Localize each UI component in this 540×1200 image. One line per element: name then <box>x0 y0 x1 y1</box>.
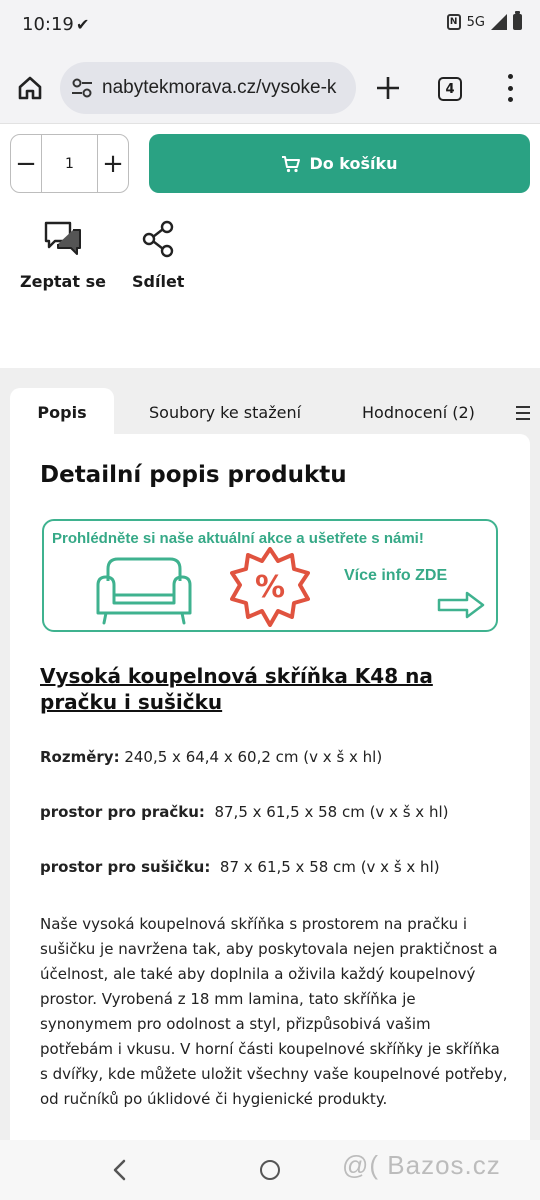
network-type: 5G <box>466 14 485 30</box>
tab-description[interactable]: Popis <box>10 388 114 436</box>
add-to-cart-button[interactable]: Do košíku <box>149 134 530 193</box>
arrow-right-icon <box>437 591 485 619</box>
share-action[interactable]: Sdílet <box>132 220 184 291</box>
promo-banner[interactable]: Prohlédněte si naše aktuální akce a ušet… <box>42 519 498 632</box>
discount-badge-icon: % <box>230 547 310 627</box>
section-heading: Detailní popis produktu <box>40 462 347 488</box>
tab-switcher-button[interactable]: 4 <box>438 77 462 101</box>
cart-label: Do košíku <box>309 154 398 173</box>
spec-label: Rozměry: <box>40 748 120 766</box>
spec-label: prostor pro sušičku: <box>40 858 211 876</box>
chat-icon <box>44 221 81 255</box>
increase-quantity-button[interactable]: + <box>98 135 128 192</box>
browser-toolbar: nabytekmorava.cz/vysoke-k 4 <box>0 52 540 124</box>
armchair-icon <box>96 557 192 625</box>
spec-dimensions: Rozměry: 240,5 x 64,4 x 60,2 cm (v x š x… <box>40 748 382 766</box>
spec-value: 87 x 61,5 x 58 cm (v x š x hl) <box>210 858 440 876</box>
promo-more-info: Více info ZDE <box>344 567 448 584</box>
status-bar: 10:19 ✔ N 5G <box>0 0 540 52</box>
new-tab-icon[interactable] <box>374 74 402 102</box>
product-description: Naše vysoká koupelnová skříňka s prostor… <box>40 915 508 1108</box>
status-icons: N 5G <box>446 11 522 30</box>
spec-dryer-space: prostor pro sušičku: 87 x 61,5 x 58 cm (… <box>40 858 440 876</box>
share-icon <box>143 220 174 258</box>
site-settings-icon[interactable] <box>68 74 96 102</box>
spec-label: prostor pro pračku: <box>40 803 205 821</box>
address-bar[interactable]: nabytekmorava.cz/vysoke-k <box>60 62 356 114</box>
tab-reviews[interactable]: Hodnocení (2) <box>362 390 475 434</box>
spec-value: 87,5 x 61,5 x 58 cm (v x š x hl) <box>204 803 449 821</box>
share-label: Sdílet <box>132 272 185 291</box>
ask-question-label: Zeptat se <box>20 272 106 291</box>
decrease-quantity-button[interactable]: − <box>11 135 41 192</box>
url-text: nabytekmorava.cz/vysoke-k <box>102 77 337 98</box>
nfc-icon: N <box>446 14 461 30</box>
cart-icon <box>282 155 301 172</box>
spec-value: 240,5 x 64,4 x 60,2 cm (v x š x hl) <box>119 748 383 766</box>
promo-headline: Prohlédněte si naše aktuální akce a ušet… <box>52 530 424 547</box>
discount-symbol: % <box>255 570 285 605</box>
tabs-menu-icon[interactable] <box>516 406 530 420</box>
system-navigation-bar: @( Bazos.cz <box>0 1140 540 1200</box>
signal-icon <box>491 14 507 30</box>
ask-question-action[interactable]: Zeptat se <box>20 220 106 291</box>
back-icon[interactable] <box>112 1159 128 1181</box>
battery-icon <box>513 11 522 30</box>
home-nav-icon[interactable] <box>260 1160 280 1180</box>
quantity-input[interactable]: 1 <box>41 135 98 192</box>
home-icon[interactable] <box>16 74 44 102</box>
watermark: @( Bazos.cz <box>342 1150 501 1180</box>
product-title: Vysoká koupelnová skříňka K48 na pračku … <box>40 664 433 714</box>
quantity-stepper: − 1 + <box>10 134 129 193</box>
spec-washer-space: prostor pro pračku: 87,5 x 61,5 x 58 cm … <box>40 803 448 821</box>
check-icon: ✔ <box>76 15 90 34</box>
status-time: 10:19 <box>22 14 74 35</box>
more-menu-icon[interactable] <box>506 74 514 102</box>
tab-downloads[interactable]: Soubory ke stažení <box>149 390 301 434</box>
